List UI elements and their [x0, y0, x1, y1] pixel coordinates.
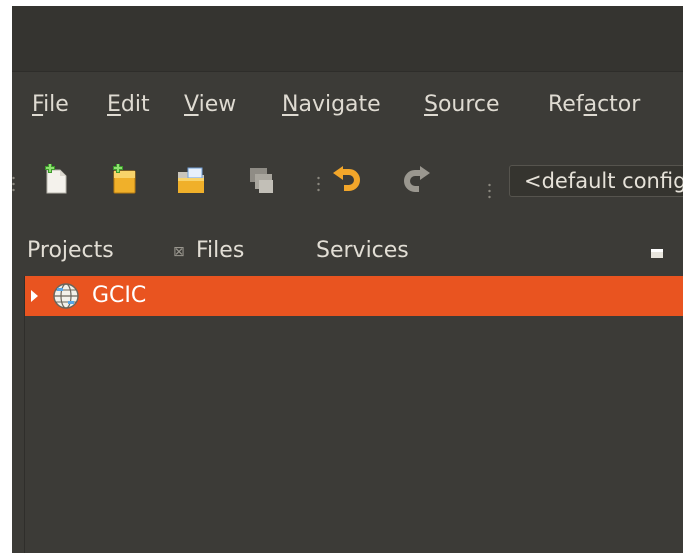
toolbar-separator-icon	[488, 182, 491, 200]
projects-tree: GCIC	[24, 276, 683, 553]
tab-close-icon[interactable]: ⊠	[173, 244, 185, 260]
menu-navigate[interactable]: Navigate	[282, 92, 381, 117]
menu-edit[interactable]: Edit	[107, 92, 150, 117]
tab-projects[interactable]: Projects	[27, 238, 114, 263]
close-project-icon[interactable]	[244, 164, 278, 196]
toolbar-separator-icon	[317, 175, 320, 193]
expand-arrow-icon[interactable]	[31, 290, 38, 302]
configuration-combobox[interactable]: <default config>	[509, 165, 683, 197]
menu-bar: File Edit View Navigate Source Refactor	[12, 71, 683, 138]
toolbar-grip-icon[interactable]	[12, 175, 15, 193]
ide-window: File Edit View Navigate Source Refactor	[12, 6, 683, 553]
tab-services[interactable]: Services	[316, 238, 409, 263]
open-project-icon[interactable]	[175, 164, 209, 196]
main-toolbar: <default config>	[12, 138, 683, 224]
panel-tab-bar: Projects ⊠ Files Services	[24, 232, 683, 276]
menu-refactor[interactable]: Refactor	[548, 92, 640, 117]
menu-file[interactable]: File	[32, 92, 69, 117]
minimize-panel-icon[interactable]	[651, 249, 663, 258]
redo-icon[interactable]	[400, 164, 434, 196]
menu-source[interactable]: Source	[424, 92, 500, 117]
title-bar[interactable]	[12, 6, 683, 71]
menu-view[interactable]: View	[184, 92, 236, 117]
tree-node-gcic[interactable]: GCIC	[25, 276, 683, 316]
new-project-icon[interactable]	[107, 164, 141, 196]
tree-node-label: GCIC	[92, 283, 147, 308]
new-file-icon[interactable]	[39, 164, 73, 196]
tab-files[interactable]: Files	[196, 238, 244, 263]
undo-icon[interactable]	[330, 164, 364, 196]
web-project-globe-icon	[52, 282, 80, 310]
